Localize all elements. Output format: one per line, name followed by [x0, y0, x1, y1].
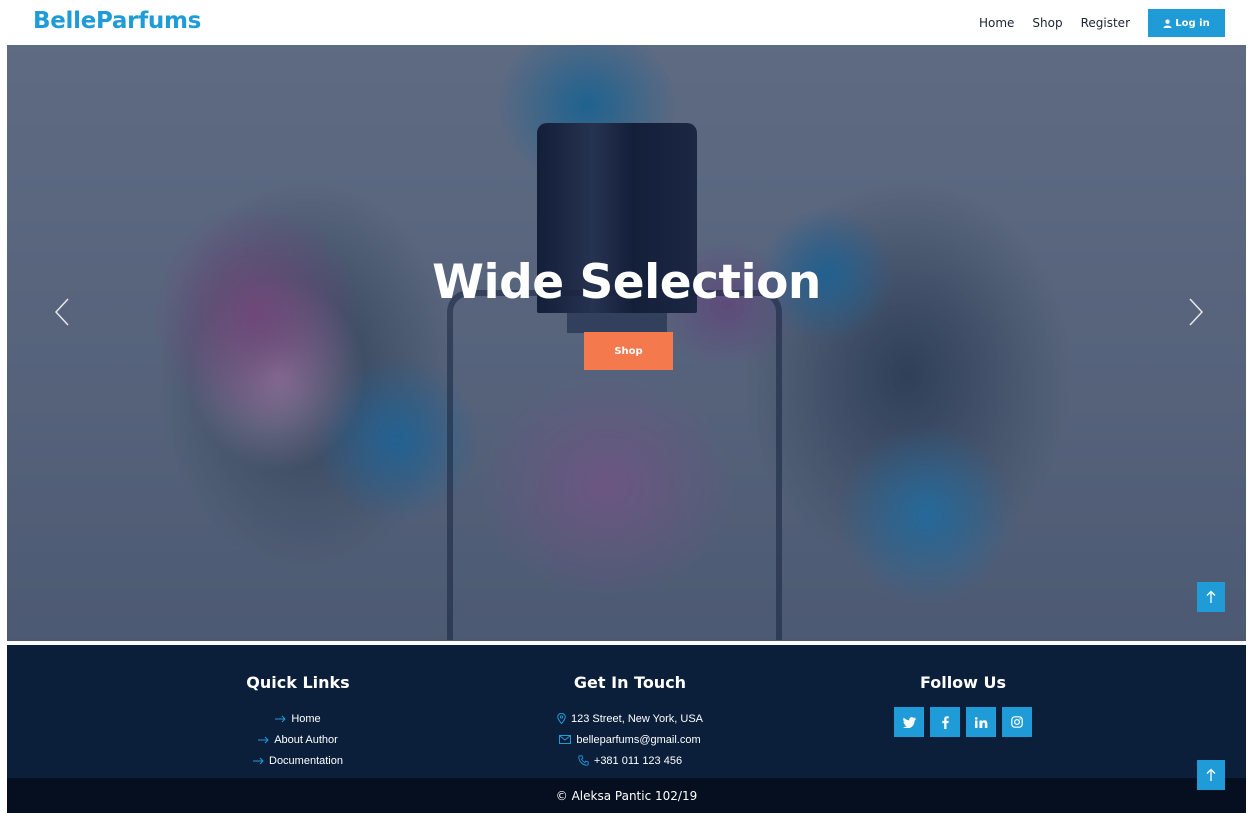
contact-list: 123 Street, New York, USA belleparfums@g… — [530, 708, 730, 771]
social-links — [863, 707, 1063, 737]
quick-links-list: Home About Author Documentation — [198, 708, 398, 771]
twitter-button[interactable] — [894, 707, 924, 737]
instagram-icon — [1011, 716, 1023, 728]
arrow-right-icon — [275, 715, 287, 722]
login-button[interactable]: Log in — [1148, 9, 1225, 37]
login-label: Log in — [1175, 17, 1210, 29]
carousel-prev-button[interactable] — [52, 297, 76, 327]
follow-us-heading: Follow Us — [919, 673, 1007, 692]
arrow-right-icon — [253, 757, 264, 764]
back-to-top-button-footer[interactable] — [1197, 760, 1225, 790]
twitter-icon — [902, 716, 916, 728]
footer-link-label: Documentation — [269, 754, 343, 767]
contact-address-text: 123 Street, New York, USA — [570, 712, 704, 725]
footer-link-documentation[interactable]: Documentation — [198, 750, 398, 771]
footer-link-about-author[interactable]: About Author — [198, 729, 398, 750]
page: BelleParfums Home Shop Register Log in W… — [0, 0, 1250, 813]
instagram-button[interactable] — [1002, 707, 1032, 737]
copyright-bar: © Aleksa Pantic 102/19 — [7, 778, 1246, 813]
copyright-text: © Aleksa Pantic 102/19 — [555, 788, 698, 803]
arrow-up-icon — [1206, 590, 1216, 603]
footer-link-home[interactable]: Home — [198, 708, 398, 729]
linkedin-button[interactable] — [966, 707, 996, 737]
footer-get-in-touch: Get In Touch 123 Street, New York, USA b… — [530, 645, 730, 771]
nav-link-register[interactable]: Register — [1081, 16, 1130, 30]
hero-shop-button[interactable]: Shop — [584, 332, 673, 370]
phone-icon — [578, 755, 589, 766]
footer-quick-links: Quick Links Home About Author Documentat… — [198, 645, 398, 771]
footer-link-label: About Author — [274, 733, 338, 746]
footer-link-label: Home — [291, 712, 321, 725]
back-to-top-button[interactable] — [1197, 582, 1225, 612]
contact-address: 123 Street, New York, USA — [530, 708, 730, 729]
carousel-next-button[interactable] — [1182, 297, 1206, 327]
contact-phone[interactable]: +381 011 123 456 — [530, 750, 730, 771]
arrow-up-icon — [1206, 768, 1216, 781]
footer: Quick Links Home About Author Documentat… — [7, 645, 1246, 778]
nav-link-home[interactable]: Home — [979, 16, 1014, 30]
chevron-left-icon — [54, 298, 69, 326]
nav-links: Home Shop Register Log in — [979, 9, 1225, 37]
hero-title: Wide Selection — [432, 255, 821, 310]
envelope-icon — [559, 735, 572, 744]
facebook-button[interactable] — [930, 707, 960, 737]
map-pin-icon — [557, 713, 566, 724]
chevron-right-icon — [1189, 298, 1204, 326]
get-in-touch-heading: Get In Touch — [573, 673, 687, 692]
quick-links-heading: Quick Links — [246, 673, 350, 692]
contact-email[interactable]: belleparfums@gmail.com — [530, 729, 730, 750]
contact-phone-text: +381 011 123 456 — [593, 754, 683, 767]
facebook-icon — [941, 715, 949, 729]
linkedin-icon — [974, 716, 987, 728]
hero-carousel: Wide Selection Shop — [7, 45, 1246, 641]
arrow-right-icon — [258, 736, 269, 743]
user-icon — [1163, 19, 1172, 28]
brand-logo[interactable]: BelleParfums — [33, 8, 201, 34]
contact-email-text: belleparfums@gmail.com — [576, 733, 701, 746]
navbar: BelleParfums Home Shop Register Log in — [0, 0, 1250, 45]
nav-link-shop[interactable]: Shop — [1032, 16, 1062, 30]
footer-follow-us: Follow Us — [863, 645, 1063, 737]
